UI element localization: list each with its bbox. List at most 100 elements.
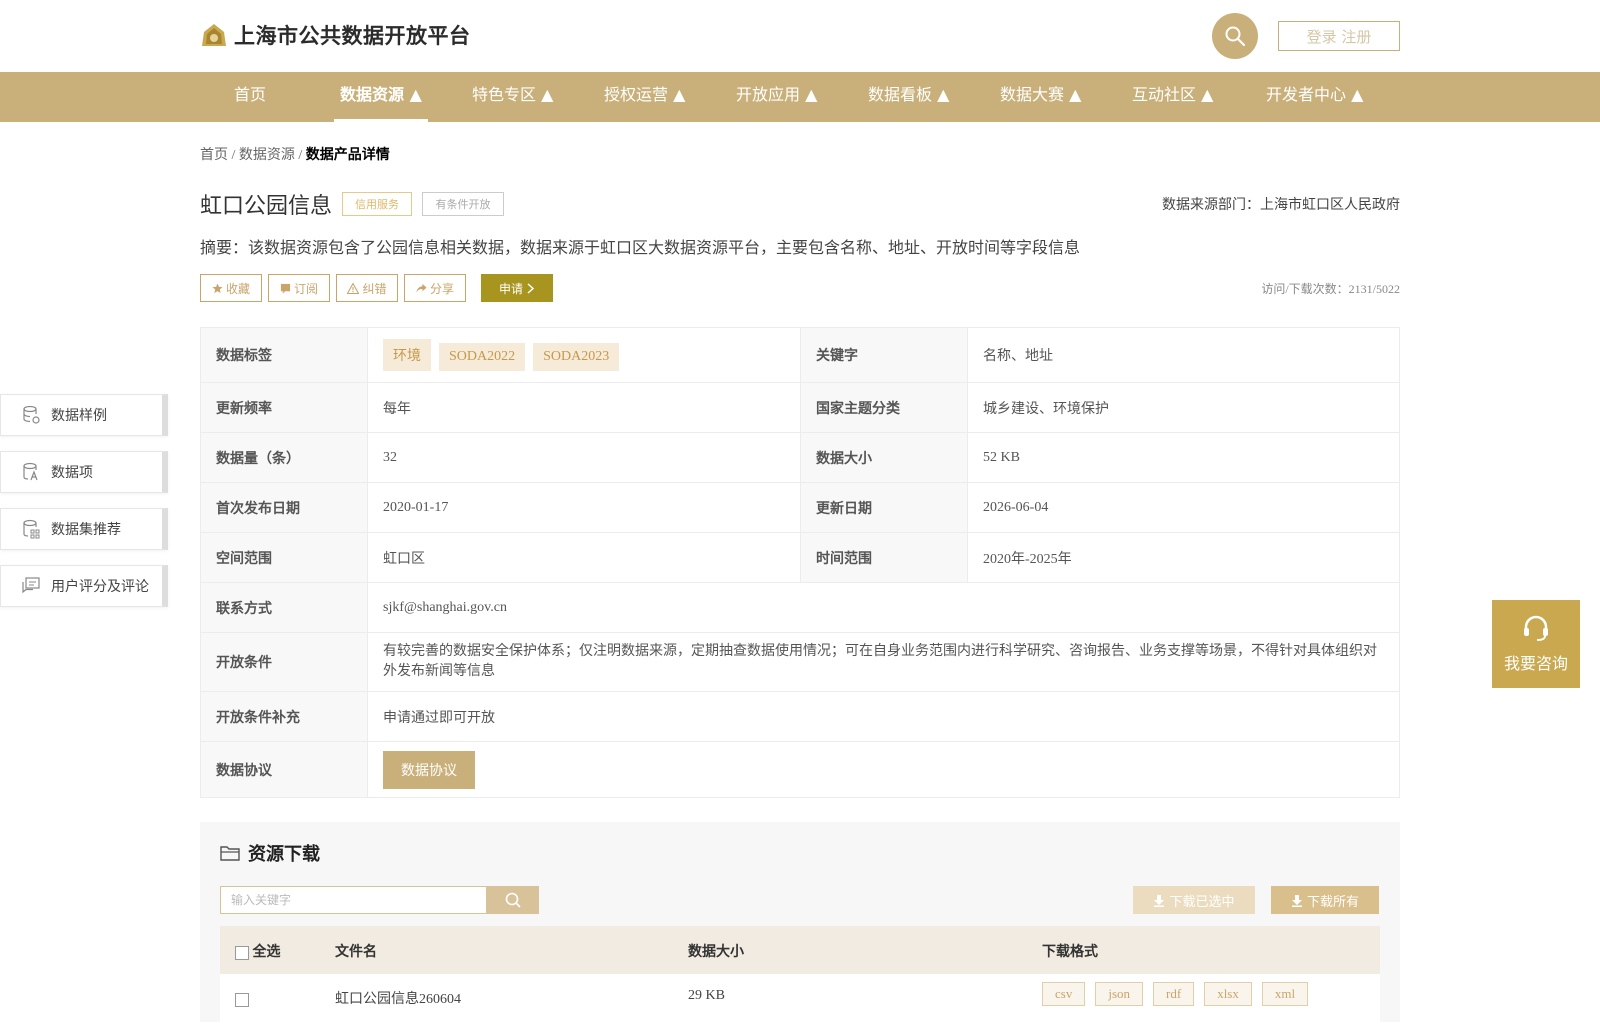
select-all-control[interactable]: 全选 bbox=[235, 941, 281, 961]
visit-download-count: 访问/下载次数：2131/5022 bbox=[1261, 282, 1400, 296]
side-link-recommend[interactable]: 数据集推荐 bbox=[0, 508, 168, 550]
warning-icon bbox=[347, 282, 360, 294]
nav-featured-zones[interactable]: 特色专区 ▲ bbox=[472, 72, 553, 122]
subscribe-button[interactable]: 订阅 bbox=[268, 274, 330, 302]
platform-title[interactable]: 上海市公共数据开放平台 bbox=[234, 20, 471, 50]
info-value: 名称、地址 bbox=[967, 327, 1400, 383]
info-key: 数据量（条） bbox=[200, 432, 368, 483]
page-title: 虹口公园信息 bbox=[200, 194, 333, 219]
info-key: 空间范围 bbox=[200, 532, 368, 583]
consult-button[interactable]: 我要咨询 bbox=[1492, 600, 1580, 688]
info-row: 空间范围 虹口区 时间范围 2020年-2025年 bbox=[200, 532, 1400, 583]
data-agreement-button[interactable]: 数据协议 bbox=[383, 750, 475, 789]
info-key: 数据大小 bbox=[800, 432, 968, 483]
info-row: 更新频率 每年 国家主题分类 城乡建设、环境保护 bbox=[200, 382, 1400, 433]
select-all-checkbox[interactable] bbox=[235, 945, 249, 960]
nav-authorized-operation[interactable]: 授权运营 ▲ bbox=[604, 72, 685, 122]
breadcrumb-current: 数据产品详情 bbox=[305, 148, 390, 163]
file-name: 虹口公园信息260604 bbox=[335, 992, 461, 1007]
subscribe-icon bbox=[280, 283, 291, 294]
headset-icon bbox=[1524, 615, 1548, 641]
format-xlsx-button[interactable]: xlsx bbox=[1204, 982, 1252, 1006]
data-tag[interactable]: SODA2023 bbox=[533, 343, 620, 371]
info-key: 国家主题分类 bbox=[800, 382, 968, 433]
search-icon bbox=[505, 892, 521, 908]
info-key: 联系方式 bbox=[200, 582, 368, 633]
info-row: 首次发布日期 2020-01-17 更新日期 2026-06-04 bbox=[200, 482, 1400, 533]
format-csv-button[interactable]: csv bbox=[1042, 982, 1086, 1006]
resource-download-heading: 资源下载 bbox=[220, 840, 320, 866]
info-key: 开放条件补充 bbox=[200, 691, 368, 742]
side-link-reviews[interactable]: 用户评分及评论 bbox=[0, 565, 168, 607]
login-register-button[interactable]: 登录 注册 bbox=[1278, 21, 1400, 51]
agreement-cell: 数据协议 bbox=[367, 741, 1400, 798]
info-key: 时间范围 bbox=[800, 532, 968, 583]
download-all-button[interactable]: 下载所有 bbox=[1271, 886, 1379, 914]
side-link-sample[interactable]: 数据样例 bbox=[0, 394, 168, 436]
nav-community[interactable]: 互动社区 ▲ bbox=[1132, 72, 1213, 122]
info-row: 数据协议 数据协议 bbox=[200, 741, 1400, 798]
table-row: 虹口公园信息260604 29 KB csv json rdf xlsx xml bbox=[220, 974, 1380, 1034]
info-row: 开放条件 有较完善的数据安全保护体系；仅注明数据来源，定期抽查数据使用情况；可在… bbox=[200, 632, 1400, 692]
main-nav: 首页 数据资源 ▲ 特色专区 ▲ 授权运营 ▲ 开放应用 ▲ 数据看板 ▲ 数据… bbox=[0, 72, 1600, 122]
resource-search-button[interactable] bbox=[487, 886, 539, 914]
nav-home[interactable]: 首页 bbox=[234, 72, 266, 122]
apply-button[interactable]: 申请 bbox=[481, 274, 553, 302]
search-icon bbox=[1225, 26, 1246, 47]
dataset-info-table: 数据标签 环境 SODA2022 SODA2023 关键字 名称、地址 更新频率 每… bbox=[200, 327, 1400, 798]
resource-search-input[interactable]: 输入关键字 bbox=[220, 886, 487, 914]
favorite-button[interactable]: 收藏 bbox=[200, 274, 262, 302]
row-checkbox[interactable] bbox=[235, 992, 249, 1008]
info-value: 32 bbox=[367, 432, 801, 483]
info-key: 数据协议 bbox=[200, 741, 368, 798]
breadcrumb-resources[interactable]: 数据资源 bbox=[239, 148, 295, 163]
top-bar: 上海市公共数据开放平台 登录 注册 bbox=[0, 0, 1600, 72]
info-row: 数据标签 环境 SODA2022 SODA2023 关键字 名称、地址 bbox=[200, 327, 1400, 383]
database-recommend-icon bbox=[23, 519, 40, 539]
platform-logo-icon[interactable] bbox=[200, 22, 228, 50]
nav-data-contest[interactable]: 数据大赛 ▲ bbox=[1000, 72, 1081, 122]
info-row: 开放条件补充 申请通过即可开放 bbox=[200, 691, 1400, 742]
download-icon bbox=[1154, 894, 1165, 907]
info-value: 每年 bbox=[367, 382, 801, 433]
nav-developer-center[interactable]: 开发者中心 ▲ bbox=[1266, 72, 1363, 122]
contact-email: sjkf@shanghai.gov.cn bbox=[367, 582, 1400, 633]
conditional-open-badge: 有条件开放 bbox=[422, 192, 504, 216]
format-xml-button[interactable]: xml bbox=[1261, 982, 1309, 1006]
info-value: 申请通过即可开放 bbox=[367, 691, 1400, 742]
share-button[interactable]: 分享 bbox=[404, 274, 466, 302]
credit-service-badge: 信用服务 bbox=[342, 192, 412, 216]
format-list: csv json rdf xlsx xml bbox=[1042, 982, 1318, 1006]
info-value: 城乡建设、环境保护 bbox=[967, 382, 1400, 433]
info-key: 数据标签 bbox=[200, 327, 368, 383]
info-value: 52 KB bbox=[967, 432, 1400, 483]
download-selected-button[interactable]: 下载已选中 bbox=[1133, 886, 1255, 914]
database-sample-icon bbox=[23, 405, 40, 424]
nav-open-apps[interactable]: 开放应用 ▲ bbox=[736, 72, 817, 122]
nav-data-resources[interactable]: 数据资源 ▲ bbox=[334, 72, 428, 122]
data-tags-cell: 环境 SODA2022 SODA2023 bbox=[367, 327, 801, 383]
resource-table-header: 全选 文件名 数据大小 下载格式 bbox=[220, 926, 1380, 974]
file-size: 29 KB bbox=[688, 988, 725, 1003]
data-tag[interactable]: 环境 bbox=[383, 339, 431, 371]
info-row: 联系方式 sjkf@shanghai.gov.cn bbox=[200, 582, 1400, 633]
info-key: 关键字 bbox=[800, 327, 968, 383]
correct-error-button[interactable]: 纠错 bbox=[336, 274, 398, 302]
source-department: 数据来源部门：上海市虹口区人民政府 bbox=[1162, 198, 1400, 213]
comment-icon bbox=[22, 577, 40, 594]
breadcrumb: 首页 / 数据资源 / 数据产品详情 bbox=[200, 148, 390, 163]
database-items-icon bbox=[23, 462, 38, 481]
format-json-button[interactable]: json bbox=[1095, 982, 1144, 1006]
breadcrumb-home[interactable]: 首页 bbox=[200, 148, 228, 163]
nav-data-dashboard[interactable]: 数据看板 ▲ bbox=[868, 72, 949, 122]
info-value: 2026-06-04 bbox=[967, 482, 1400, 533]
side-link-data-items[interactable]: 数据项 bbox=[0, 451, 168, 493]
info-row: 数据量（条） 32 数据大小 52 KB bbox=[200, 432, 1400, 483]
info-value: 2020-01-17 bbox=[367, 482, 801, 533]
abstract-text: 摘要：该数据资源包含了公园信息相关数据，数据来源于虹口区大数据资源平台，主要包含… bbox=[200, 240, 1081, 257]
format-rdf-button[interactable]: rdf bbox=[1153, 982, 1195, 1006]
global-search-button[interactable] bbox=[1212, 13, 1258, 59]
col-filename: 文件名 bbox=[335, 945, 377, 960]
star-icon bbox=[212, 282, 223, 293]
data-tag[interactable]: SODA2022 bbox=[439, 343, 526, 371]
